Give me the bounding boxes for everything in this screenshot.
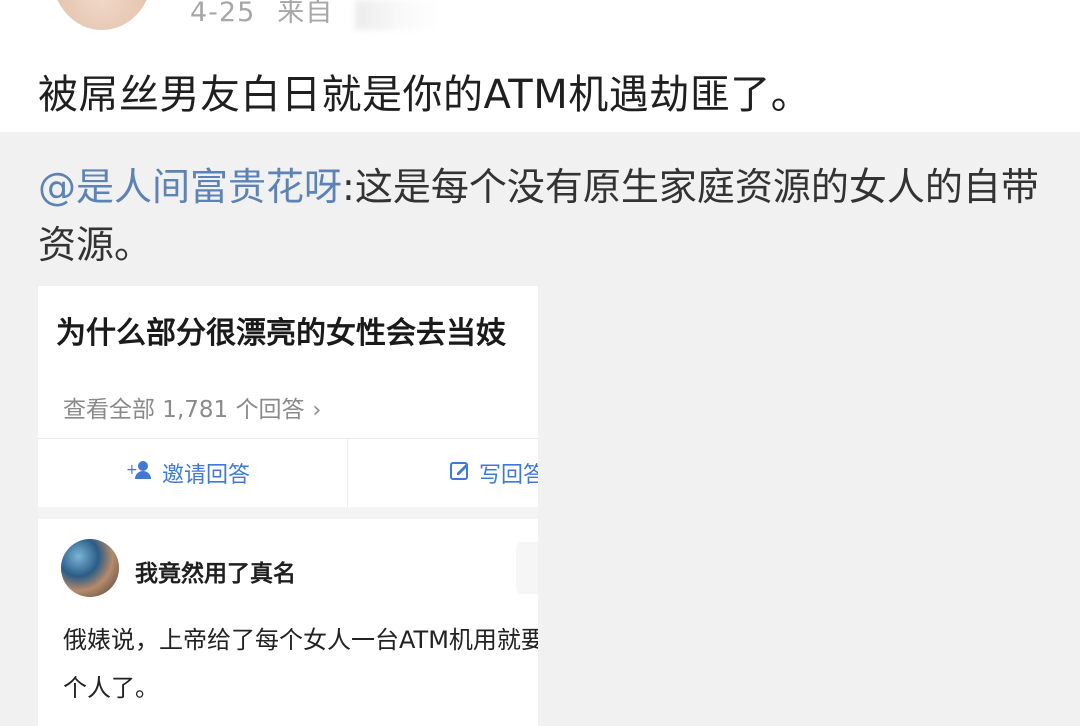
embedded-screenshot: 为什么部分很漂亮的女性会去当妓 查看全部 1,781 个回答 › + 邀请回答 (38, 286, 538, 726)
action-bar: + 邀请回答 写回答 (38, 438, 538, 507)
question-title[interactable]: 为什么部分很漂亮的女性会去当妓 (56, 308, 506, 352)
post-text: 被屌丝男友白日就是你的ATM机遇劫匪了。 (38, 72, 812, 118)
answer-text: 俄婊说，上帝给了每个女人一台ATM机用就要看个人了。 (63, 626, 538, 702)
post-date: 4-25 (190, 0, 256, 28)
chevron-right-icon: › (312, 398, 322, 423)
invite-answer-button[interactable]: + 邀请回答 (126, 457, 250, 489)
post-meta: 4-25 来自 (190, 0, 333, 29)
invite-answer-label: 邀请回答 (162, 463, 251, 488)
repost-user-link[interactable]: @是人间富贵花呀 (38, 165, 342, 209)
post-header: 4-25 来自 (0, 0, 1080, 45)
edit-icon (449, 459, 471, 487)
answer-avatar[interactable] (61, 539, 119, 597)
section-divider (38, 507, 538, 519)
action-divider (347, 439, 348, 507)
avatar[interactable] (52, 0, 152, 30)
repost-text-block: @是人间富贵花呀:这是每个没有原生家庭资源的女人的自带资源。 (38, 158, 1048, 274)
view-all-label: 查看全部 1,781 个回答 (63, 397, 305, 423)
view-all-answers-link[interactable]: 查看全部 1,781 个回答 › (63, 390, 321, 424)
add-person-icon: + (126, 459, 154, 487)
post-source-prefix: 来自 (277, 0, 334, 28)
redaction-blur (355, 0, 440, 30)
write-answer-label: 写回答 (479, 463, 538, 488)
follow-button[interactable] (516, 542, 538, 594)
answer-author-name[interactable]: 我竟然用了真名 (135, 554, 296, 588)
write-answer-button[interactable]: 写回答 (449, 457, 538, 489)
